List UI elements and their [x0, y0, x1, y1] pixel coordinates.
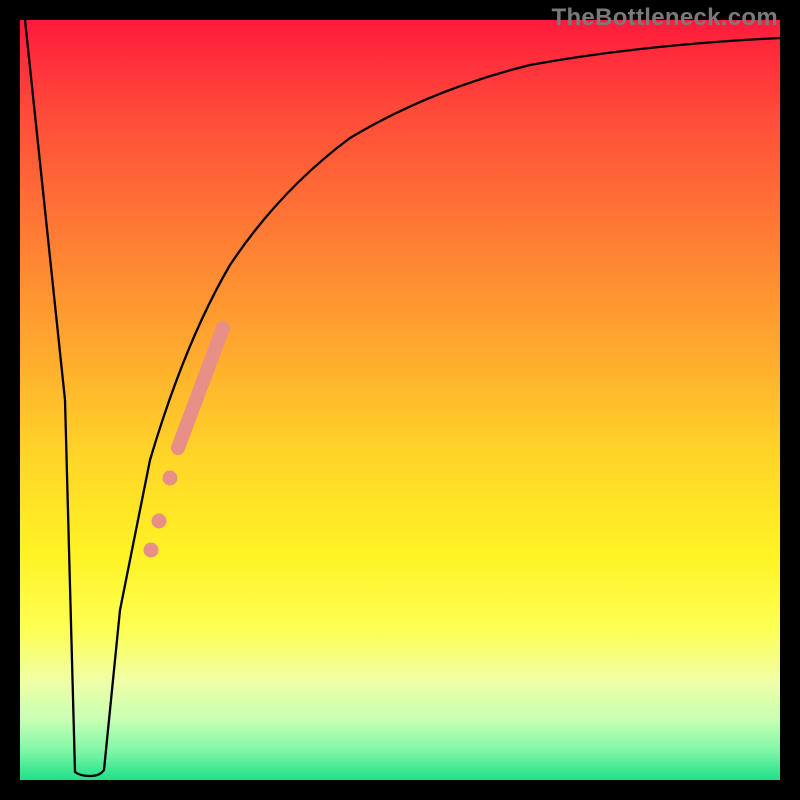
curve-marker-group [144, 328, 223, 557]
plot-area [20, 20, 780, 780]
chart-overlay-svg [20, 20, 780, 780]
chart-frame: TheBottleneck.com [0, 0, 800, 800]
curve-marker-dot [144, 543, 158, 557]
curve-marker-dot [152, 514, 166, 528]
curve-marker-dot [163, 471, 177, 485]
bottleneck-curve [25, 20, 780, 776]
curve-marker-segment [178, 328, 223, 448]
watermark-text: TheBottleneck.com [552, 4, 778, 32]
